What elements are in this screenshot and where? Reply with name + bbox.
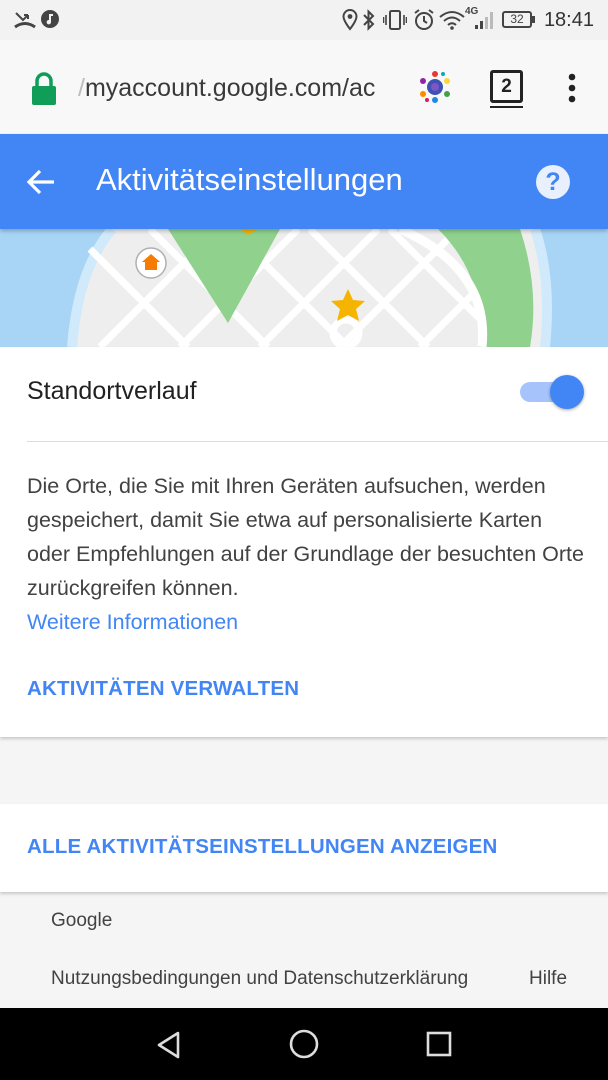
signal-icon: [475, 12, 493, 29]
bluetooth-icon: [363, 9, 375, 31]
overflow-menu-icon[interactable]: [564, 72, 580, 104]
browser-toolbar: /myaccount.google.com/ac 2: [0, 40, 608, 135]
footer-terms-link[interactable]: Nutzungsbedingungen und Datenschutzerklä…: [51, 968, 468, 990]
extension-icon[interactable]: [418, 70, 452, 104]
more-info-link[interactable]: Weitere Informationen: [27, 605, 587, 639]
map-illustration: [0, 229, 608, 347]
footer-google-link[interactable]: Google: [51, 910, 112, 932]
tab-count: 2: [501, 76, 512, 97]
help-glyph: ?: [545, 168, 561, 196]
home-nav-icon[interactable]: [288, 1028, 320, 1060]
page-title: Aktivitätseinstellungen: [96, 162, 403, 197]
url-field[interactable]: /myaccount.google.com/ac: [78, 74, 398, 108]
location-icon: [342, 9, 358, 31]
app-bar: Aktivitätseinstellungen ?: [0, 134, 608, 229]
show-all-settings-button[interactable]: ALLE AKTIVITÄTSEINSTELLUNGEN ANZEIGEN: [27, 835, 498, 859]
location-history-label: Standortverlauf: [27, 377, 197, 405]
url-prefix: /: [78, 74, 85, 102]
clock: 18:41: [543, 9, 594, 31]
location-history-toggle[interactable]: [520, 375, 584, 409]
manage-activities-button[interactable]: AKTIVITÄTEN VERWALTEN: [27, 677, 299, 701]
location-history-card: Standortverlauf Die Orte, die Sie mit Ih…: [0, 347, 608, 737]
help-icon[interactable]: ?: [536, 165, 570, 199]
tab-switcher-button[interactable]: 2: [490, 70, 523, 103]
lock-icon[interactable]: [30, 72, 58, 106]
location-map: [0, 229, 608, 347]
battery-level: 32: [510, 12, 524, 26]
battery-icon: 32: [502, 11, 532, 28]
music-note-icon: [41, 10, 59, 28]
tab-switcher-underline: [490, 106, 523, 108]
back-arrow-icon[interactable]: [26, 168, 56, 196]
alarm-icon: [414, 9, 434, 30]
description-text: Die Orte, die Sie mit Ihren Geräten aufs…: [27, 474, 584, 600]
battery-tip: [532, 16, 535, 23]
toggle-thumb: [550, 375, 584, 409]
setting-description: Die Orte, die Sie mit Ihren Geräten aufs…: [27, 469, 587, 639]
status-bar: 4G 32 18:41: [0, 0, 608, 40]
url-text: myaccount.google.com/ac: [84, 74, 376, 102]
system-nav-bar: [0, 1008, 608, 1080]
back-nav-icon[interactable]: [154, 1030, 184, 1060]
wifi-icon: [439, 11, 465, 30]
all-settings-card: ALLE AKTIVITÄTSEINSTELLUNGEN ANZEIGEN: [0, 804, 608, 892]
recents-nav-icon[interactable]: [425, 1030, 453, 1058]
vibrate-icon: [383, 10, 407, 30]
footer-help-link[interactable]: Hilfe: [529, 968, 567, 990]
divider: [27, 441, 608, 442]
missed-call-icon: [14, 12, 36, 29]
